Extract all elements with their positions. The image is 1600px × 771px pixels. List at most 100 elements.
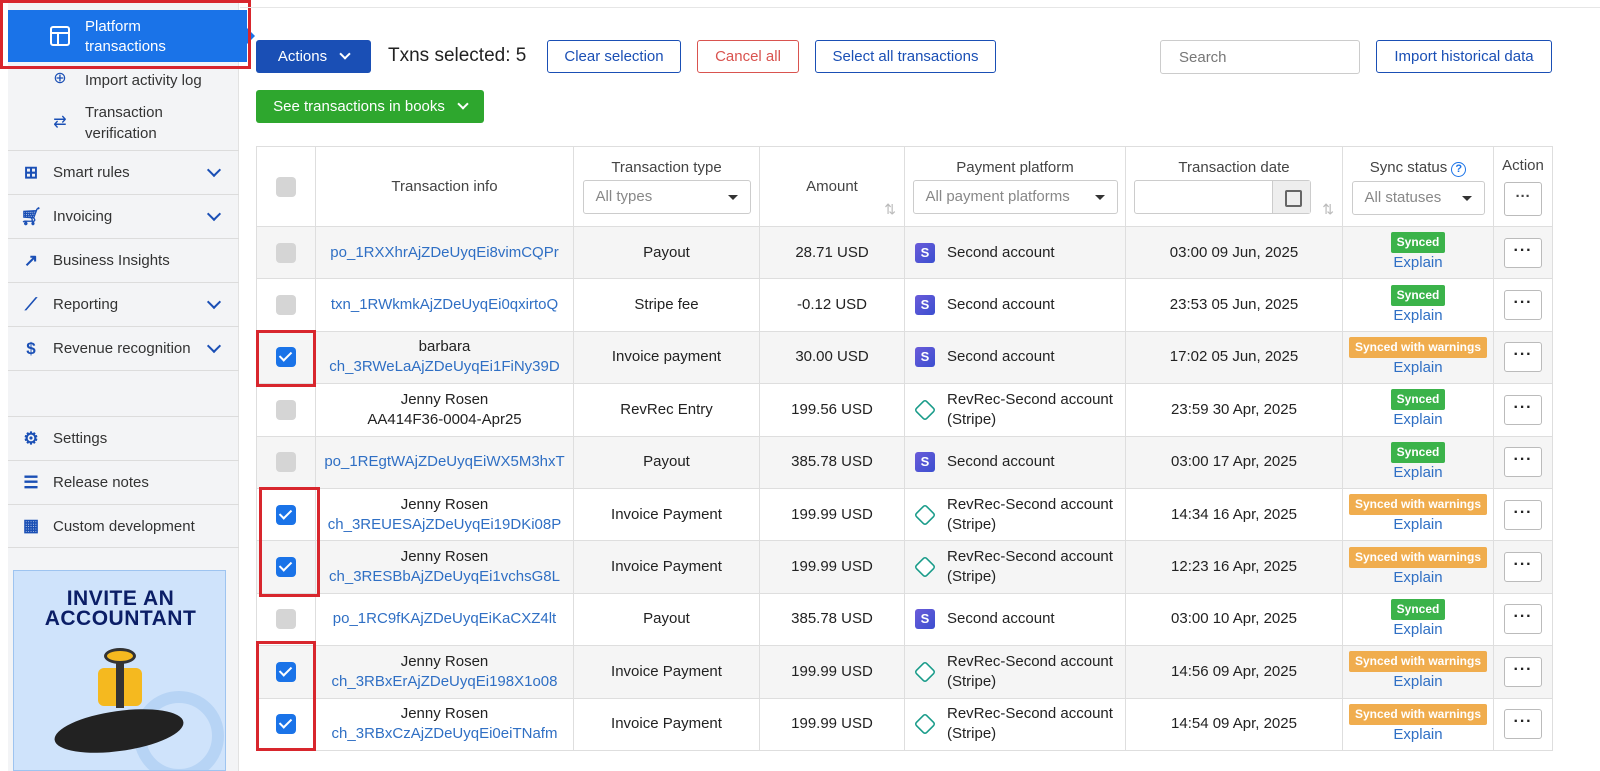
clear-selection-button[interactable]: Clear selection — [547, 40, 681, 73]
amount-cell: 385.78 USD — [759, 435, 905, 489]
sidebar-item-settings[interactable]: ⚙ Settings — [8, 416, 239, 460]
transaction-id[interactable]: ch_3RBxCzAjZDeUyqEi0eiTNafm — [316, 724, 573, 744]
sidebar-item-business-insights[interactable]: ↗ Business Insights — [8, 238, 239, 282]
table-icon — [50, 26, 70, 46]
revrec-icon — [913, 660, 937, 684]
row-checkbox[interactable] — [276, 399, 296, 420]
explain-link[interactable]: Explain — [1343, 253, 1493, 273]
sidebar-item-revenue-recognition[interactable]: $ Revenue recognition — [8, 326, 239, 370]
sidebar-item-invoicing[interactable]: 🛒︎ Invoicing — [8, 194, 239, 238]
transaction-id[interactable]: ch_3RESBbAjZDeUyqEi1vchsG8L — [316, 567, 573, 587]
sidebar-item-custom-development[interactable]: ▦ Custom development — [8, 504, 239, 548]
sidebar-item-transaction-verification[interactable]: ⇄ Transaction verification — [8, 101, 239, 145]
row-checkbox[interactable] — [276, 295, 296, 316]
row-action-menu-button[interactable]: ··· — [1504, 604, 1542, 635]
header-action-label: Action — [1502, 157, 1544, 174]
transaction-id[interactable]: po_1REgtWAjZDeUyqEiWX5M3hxT — [316, 452, 573, 472]
row-action-menu-button[interactable]: ··· — [1504, 237, 1542, 268]
status-badge: Synced with warnings — [1348, 546, 1488, 568]
explain-link[interactable]: Explain — [1343, 725, 1493, 745]
sync-status-cell: Synced Explain — [1342, 225, 1494, 280]
transaction-id[interactable]: txn_1RWkmkAjZDeUyqEi0qxirtoQ — [316, 295, 573, 315]
action-cell: ··· — [1493, 278, 1553, 332]
row-action-menu-button[interactable]: ··· — [1504, 656, 1542, 687]
explain-link[interactable]: Explain — [1343, 463, 1493, 483]
promo-line-2: ACCOUNTANT — [44, 607, 197, 630]
transaction-id[interactable]: ch_3RBxErAjZDeUyqEi198X1o08 — [316, 672, 573, 692]
platform-cell: S Second account — [904, 225, 1126, 280]
row-checkbox[interactable] — [276, 661, 296, 682]
table-row: Jenny Rosen ch_3RESBbAjZDeUyqEi1vchsG8L I… — [256, 540, 1553, 594]
transaction-id[interactable]: ch_3REUESAjZDeUyqEi19DKi08P — [316, 515, 573, 535]
sidebar-item-label: Revenue recognition — [53, 340, 191, 357]
transaction-id[interactable]: po_1RC9fKAjZDeUyqEiKaCXZ4lt — [316, 609, 573, 629]
download-circle-icon: ⊕ — [53, 70, 67, 87]
sidebar-item-import-activity-log[interactable]: ⊕ Import activity log — [8, 68, 239, 92]
amount-cell: 199.99 USD — [759, 645, 905, 699]
header-amount[interactable]: Amount ⇅ — [759, 146, 905, 227]
sidebar-item-release-notes[interactable]: ☰ Release notes — [8, 460, 239, 504]
row-action-menu-button[interactable]: ··· — [1504, 499, 1542, 530]
explain-link[interactable]: Explain — [1343, 306, 1493, 326]
calendar-icon[interactable] — [1272, 181, 1310, 213]
bulk-action-menu-button[interactable]: ··· — [1504, 182, 1542, 216]
cancel-all-button[interactable]: Cancel all — [697, 40, 799, 73]
row-checkbox[interactable] — [276, 714, 296, 735]
transaction-info-cell: barbara ch_3RWeLaAjZDeUyqEi1FiNy39D — [315, 330, 574, 385]
row-checkbox[interactable] — [276, 242, 296, 263]
row-action-menu-button[interactable]: ··· — [1504, 709, 1542, 740]
sidebar-item-smart-rules[interactable]: ⊞ Smart rules — [8, 150, 239, 194]
explain-link[interactable]: Explain — [1343, 620, 1493, 640]
status-filter-select[interactable]: All statuses — [1351, 180, 1485, 215]
row-action-menu-button[interactable]: ··· — [1504, 342, 1542, 373]
transaction-id[interactable]: ch_3RWeLaAjZDeUyqEi1FiNy39D — [316, 357, 573, 377]
platform-name: RevRec-Second account (Stripe) — [947, 548, 1113, 586]
table-row: barbara ch_3RWeLaAjZDeUyqEi1FiNy39D Invoi… — [256, 330, 1553, 385]
select-all-button[interactable]: Select all transactions — [815, 40, 996, 73]
type-filter-select[interactable]: All types — [582, 180, 751, 214]
sidebar-item-label: Release notes — [53, 474, 149, 491]
row-action-menu-button[interactable]: ··· — [1504, 552, 1542, 583]
row-checkbox[interactable] — [276, 347, 296, 368]
status-badge: Synced with warnings — [1348, 494, 1488, 516]
row-checkbox[interactable] — [276, 557, 296, 578]
row-action-menu-button[interactable]: ··· — [1504, 290, 1542, 321]
help-icon[interactable]: ? — [1451, 161, 1467, 177]
header-info-label: Transaction info — [391, 178, 498, 195]
action-cell: ··· — [1493, 592, 1553, 647]
action-cell: ··· — [1493, 487, 1553, 542]
row-checkbox[interactable] — [276, 609, 296, 630]
sidebar-item-platform-transactions[interactable]: Platform transactions — [8, 10, 255, 62]
row-checkbox[interactable] — [276, 452, 296, 473]
revrec-icon — [913, 555, 937, 579]
row-checkbox[interactable] — [276, 504, 296, 525]
action-cell: ··· — [1493, 330, 1553, 385]
explain-link[interactable]: Explain — [1343, 568, 1493, 588]
chevron-down-icon — [206, 338, 222, 354]
sort-icon[interactable]: ⇅ — [884, 201, 896, 218]
search-input[interactable] — [1160, 40, 1360, 74]
select-all-checkbox[interactable] — [276, 176, 296, 197]
sort-icon[interactable]: ⇅ — [1322, 201, 1334, 218]
see-in-books-button[interactable]: See transactions in books — [256, 90, 484, 123]
row-action-menu-button[interactable]: ··· — [1504, 394, 1542, 425]
platform-name: Second account — [947, 348, 1055, 366]
import-historical-button[interactable]: Import historical data — [1376, 40, 1552, 73]
date-filter-input[interactable] — [1134, 180, 1311, 214]
revrec-icon — [913, 712, 937, 736]
actions-button[interactable]: Actions — [256, 40, 371, 73]
sync-status-cell: Synced with warnings Explain — [1342, 487, 1494, 542]
status-badge: Synced with warnings — [1348, 703, 1488, 725]
explain-link[interactable]: Explain — [1343, 358, 1493, 378]
action-cell: ··· — [1493, 645, 1553, 699]
transaction-id[interactable]: po_1RXXhrAjZDeUyqEi8vimCQPr — [316, 243, 573, 263]
sync-status-cell: Synced with warnings Explain — [1342, 540, 1494, 594]
sidebar-item-reporting[interactable]: ⟋ Reporting — [8, 282, 239, 326]
row-action-menu-button[interactable]: ··· — [1504, 447, 1542, 478]
explain-link[interactable]: Explain — [1343, 515, 1493, 535]
explain-link[interactable]: Explain — [1343, 672, 1493, 692]
invite-accountant-banner[interactable]: INVITE AN ACCOUNTANT — [13, 570, 226, 771]
explain-link[interactable]: Explain — [1343, 410, 1493, 430]
revrec-icon — [913, 503, 937, 526]
platform-filter-select[interactable]: All payment platforms — [912, 180, 1118, 214]
